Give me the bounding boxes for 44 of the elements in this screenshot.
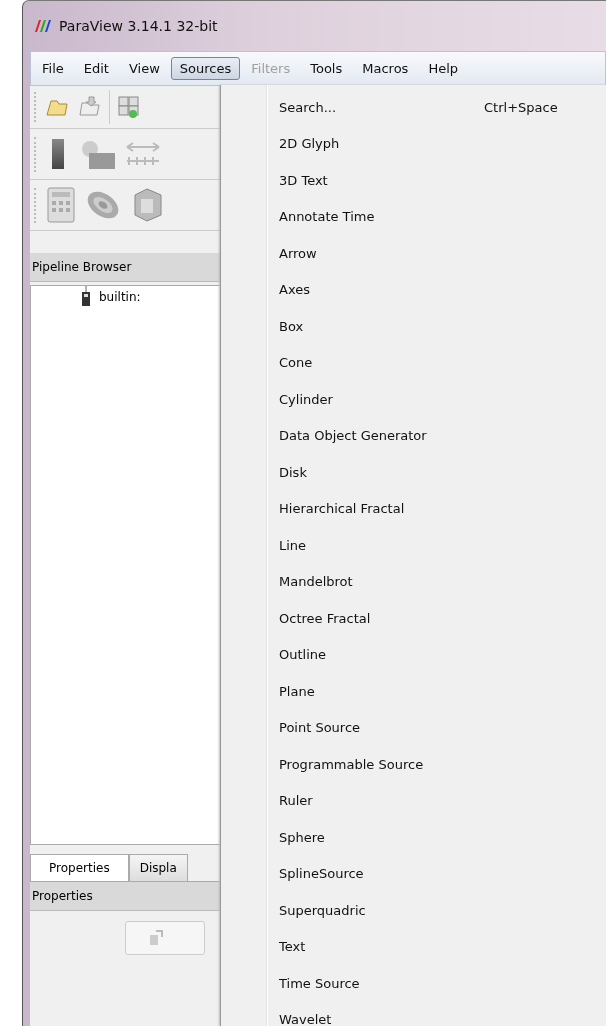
calculator-icon[interactable] bbox=[45, 185, 77, 225]
menu-item[interactable]: Arrow bbox=[221, 235, 606, 272]
menu-item[interactable]: Cone bbox=[221, 344, 606, 381]
menu-item[interactable]: Axes bbox=[221, 271, 606, 308]
menu-item[interactable]: View bbox=[119, 57, 169, 80]
menu-item[interactable]: Time Source bbox=[221, 965, 606, 1002]
menu-item[interactable]: Hierarchical Fractal bbox=[221, 490, 606, 527]
menu-item[interactable]: Cylinder bbox=[221, 381, 606, 418]
menu-item[interactable]: Annotate Time bbox=[221, 198, 606, 235]
panel-header: Properties bbox=[30, 882, 221, 911]
menu-item[interactable]: Outline bbox=[221, 636, 606, 673]
menu-item[interactable]: Superquadric bbox=[221, 892, 606, 929]
menu-item[interactable]: Sphere bbox=[221, 819, 606, 856]
menu-item[interactable]: Point Source bbox=[221, 709, 606, 746]
menu-item[interactable]: Tools bbox=[301, 57, 352, 80]
folder-icon[interactable] bbox=[77, 95, 103, 119]
menu-item[interactable]: Mandelbrot bbox=[221, 563, 606, 600]
menu-item[interactable]: Sources bbox=[170, 57, 241, 80]
menu-item[interactable]: Text bbox=[221, 928, 606, 965]
menu-item[interactable]: Disk bbox=[221, 454, 606, 491]
panel-header: Pipeline Browser bbox=[30, 253, 221, 282]
menu-item[interactable]: Help bbox=[419, 57, 467, 80]
menu-item[interactable]: Box bbox=[221, 308, 606, 345]
menu-item[interactable]: Search... Ctrl+Space bbox=[221, 89, 606, 126]
menu-item[interactable]: Macros bbox=[353, 57, 418, 80]
menu-item[interactable]: Line bbox=[221, 527, 606, 564]
apply-icon bbox=[148, 929, 164, 947]
window-title: ParaView 3.14.1 32-bit bbox=[59, 18, 218, 34]
menu-item[interactable]: Edit bbox=[74, 57, 118, 80]
tree-item[interactable]: builtin: bbox=[99, 290, 141, 304]
menu-item[interactable]: SplineSource bbox=[221, 855, 606, 892]
tab[interactable]: Displa bbox=[128, 854, 188, 881]
apply-button[interactable] bbox=[125, 921, 205, 955]
menu-item[interactable]: Octree Fractal bbox=[221, 600, 606, 637]
menu-item[interactable]: Programmable Source bbox=[221, 746, 606, 783]
menu-item[interactable]: Data Object Generator bbox=[221, 417, 606, 454]
shortcut-text: Ctrl+Space bbox=[484, 99, 558, 115]
menu-item[interactable]: Plane bbox=[221, 673, 606, 710]
menu-item[interactable]: 3D Text bbox=[221, 162, 606, 199]
menu-item[interactable]: File bbox=[33, 57, 73, 80]
tab[interactable]: Properties bbox=[30, 854, 129, 881]
menu-item[interactable]: Ruler bbox=[221, 782, 606, 819]
menu-item[interactable]: 2D Glyph bbox=[221, 125, 606, 162]
menu-item[interactable]: Wavelet bbox=[221, 1001, 606, 1026]
